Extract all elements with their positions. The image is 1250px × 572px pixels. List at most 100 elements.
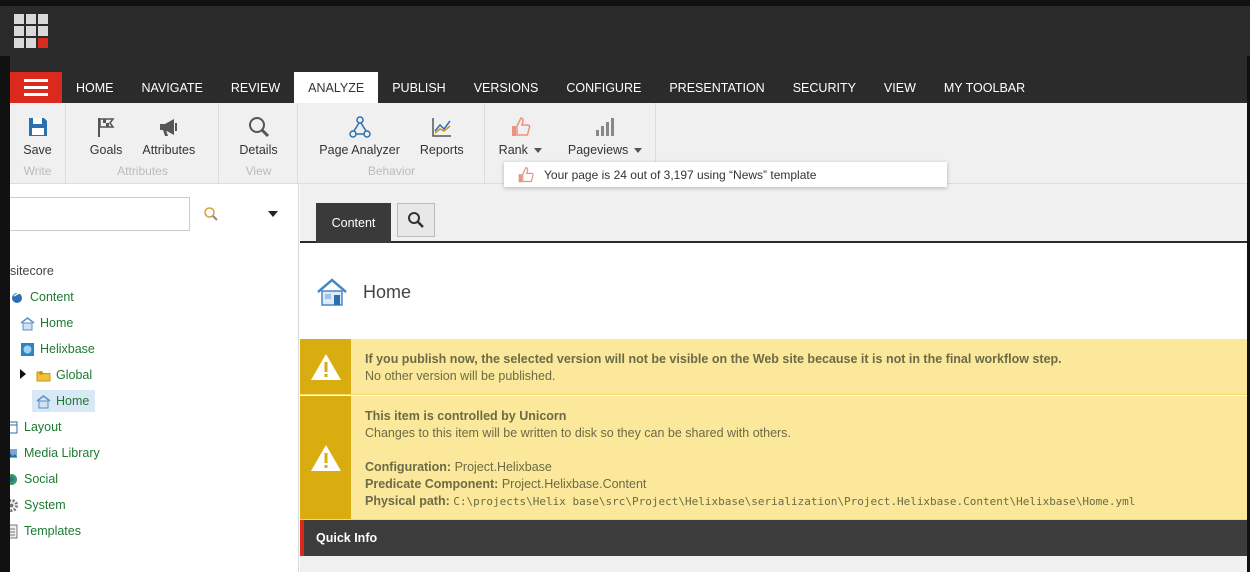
attributes-button[interactable]: Attributes bbox=[136, 115, 201, 157]
group-label-view: View bbox=[245, 164, 272, 178]
ribbon-tabs-background bbox=[0, 56, 1250, 72]
tab-review[interactable]: REVIEW bbox=[217, 72, 294, 103]
configuration-label: Configuration: bbox=[365, 460, 452, 474]
tab-my-toolbar[interactable]: MY TOOLBAR bbox=[930, 72, 1039, 103]
tab-view[interactable]: VIEW bbox=[870, 72, 930, 103]
warning-subtitle: No other version will be published. bbox=[365, 369, 556, 383]
tree-label: Media Library bbox=[24, 446, 100, 460]
attributes-label: Attributes bbox=[142, 143, 196, 157]
tree-item-global[interactable]: Global bbox=[36, 364, 92, 386]
ribbon-tabs: HOME NAVIGATE REVIEW ANALYZE PUBLISH VER… bbox=[10, 72, 1247, 103]
tree-label: Content bbox=[30, 290, 74, 304]
rank-popup: Your page is 24 out of 3,197 using “News… bbox=[504, 162, 947, 187]
menu-icon[interactable] bbox=[10, 72, 62, 103]
rank-label-wrap: Rank bbox=[499, 143, 542, 157]
content-editor-app: HOME NAVIGATE REVIEW ANALYZE PUBLISH VER… bbox=[0, 0, 1250, 572]
tree-item-helixbase[interactable]: Helixbase bbox=[20, 338, 95, 360]
chevron-down-icon bbox=[533, 148, 542, 154]
warning-icon bbox=[300, 339, 351, 394]
item-header: Home bbox=[300, 245, 1247, 339]
predicate-label: Predicate Component: bbox=[365, 477, 499, 491]
tree-label: Home bbox=[40, 316, 74, 330]
tree-item-home-selected[interactable]: Home bbox=[32, 390, 96, 412]
tree-label: Helixbase bbox=[40, 342, 95, 356]
rank-popup-text: Your page is 24 out of 3,197 using “News… bbox=[544, 167, 817, 182]
tree-item-system[interactable]: System bbox=[4, 494, 66, 516]
group-write: Save Write bbox=[10, 103, 66, 183]
tree-item-media-library[interactable]: Media Library bbox=[4, 442, 100, 464]
network-icon bbox=[348, 116, 371, 138]
unicorn-warning: This item is controlled by Unicorn Chang… bbox=[300, 396, 1247, 520]
search-input[interactable] bbox=[10, 197, 190, 231]
goals-label: Goals bbox=[89, 143, 123, 157]
tree-label: Layout bbox=[24, 420, 62, 434]
group-label-behavior: Behavior bbox=[367, 164, 416, 178]
global-header bbox=[0, 6, 1250, 56]
thumbs-up-icon bbox=[512, 117, 531, 136]
rank-label: Rank bbox=[498, 143, 528, 157]
unicorn-subtitle: Changes to this item will be written to … bbox=[365, 426, 791, 440]
tree-item-social[interactable]: Social bbox=[4, 468, 58, 490]
tab-configure[interactable]: CONFIGURE bbox=[552, 72, 655, 103]
tab-content[interactable]: Content bbox=[316, 203, 391, 243]
dropdown-arrow-icon[interactable] bbox=[268, 211, 278, 217]
search-button[interactable] bbox=[397, 203, 435, 237]
goals-button[interactable]: Goals bbox=[84, 115, 129, 157]
group-label-write: Write bbox=[23, 164, 52, 178]
editor-background bbox=[300, 556, 1247, 572]
quick-info-section[interactable]: Quick Info bbox=[300, 520, 1247, 556]
window-edge bbox=[0, 0, 1250, 6]
search-icon[interactable] bbox=[203, 206, 219, 222]
thumbs-up-icon bbox=[518, 166, 534, 182]
group-view: Details View bbox=[220, 103, 298, 183]
launchpad-icon[interactable] bbox=[14, 14, 48, 48]
editor-tab-bar: Content bbox=[300, 184, 1247, 243]
rank-button[interactable]: Rank bbox=[493, 115, 548, 157]
warning-text: If you publish now, the selected version… bbox=[365, 351, 1062, 385]
tree-item-layout[interactable]: Layout bbox=[4, 416, 62, 438]
physical-path-label: Physical path: bbox=[365, 494, 450, 508]
pageviews-label-wrap: Pageviews bbox=[567, 143, 643, 157]
unicorn-text: This item is controlled by Unicorn Chang… bbox=[365, 408, 1135, 510]
pageviews-label: Pageviews bbox=[567, 143, 629, 157]
tree-label: Templates bbox=[24, 524, 81, 538]
group-attributes: Goals Attributes Attributes bbox=[67, 103, 219, 183]
group-behavior: Page Analyzer Reports Behavior bbox=[299, 103, 485, 183]
warning-icon bbox=[300, 396, 351, 519]
search-icon bbox=[408, 212, 424, 228]
workflow-warning: If you publish now, the selected version… bbox=[300, 339, 1247, 395]
tab-publish[interactable]: PUBLISH bbox=[378, 72, 460, 103]
configuration-value: Project.Helixbase bbox=[454, 460, 552, 474]
megaphone-icon bbox=[159, 119, 177, 136]
tree-item-content[interactable]: Content bbox=[10, 286, 74, 308]
tree-item-home[interactable]: Home bbox=[20, 312, 73, 334]
tree-item-templates[interactable]: Templates bbox=[4, 520, 81, 542]
tab-analyze[interactable]: ANALYZE bbox=[294, 72, 379, 103]
content-tree: sitecore Content Home Helixbase Global H… bbox=[5, 184, 299, 572]
chevron-down-icon bbox=[634, 148, 643, 154]
save-button[interactable]: Save bbox=[17, 115, 58, 157]
tree-label: Home bbox=[56, 394, 90, 408]
tab-navigate[interactable]: NAVIGATE bbox=[128, 72, 217, 103]
tree-item-sitecore[interactable]: sitecore bbox=[10, 260, 54, 282]
magnifier-icon bbox=[248, 117, 269, 138]
details-button[interactable]: Details bbox=[233, 115, 283, 157]
tree-label: sitecore bbox=[10, 264, 54, 278]
tab-security[interactable]: SECURITY bbox=[779, 72, 870, 103]
tab-home[interactable]: HOME bbox=[62, 72, 128, 103]
tab-presentation[interactable]: PRESENTATION bbox=[655, 72, 778, 103]
details-label: Details bbox=[239, 143, 278, 157]
home-icon bbox=[20, 316, 35, 331]
page-analyzer-button[interactable]: Page Analyzer bbox=[313, 115, 406, 157]
group-label-attributes: Attributes bbox=[117, 164, 168, 178]
predicate-value: Project.Helixbase.Content bbox=[501, 477, 647, 491]
save-icon bbox=[28, 118, 47, 136]
expand-arrow-icon[interactable] bbox=[20, 369, 26, 379]
reports-button[interactable]: Reports bbox=[414, 115, 470, 157]
tab-versions[interactable]: VERSIONS bbox=[460, 72, 553, 103]
content-folder-icon bbox=[10, 290, 25, 305]
folder-icon bbox=[36, 368, 51, 383]
window-edge bbox=[0, 56, 10, 572]
pageviews-button[interactable]: Pageviews bbox=[562, 115, 648, 157]
tree-label: System bbox=[24, 498, 66, 512]
